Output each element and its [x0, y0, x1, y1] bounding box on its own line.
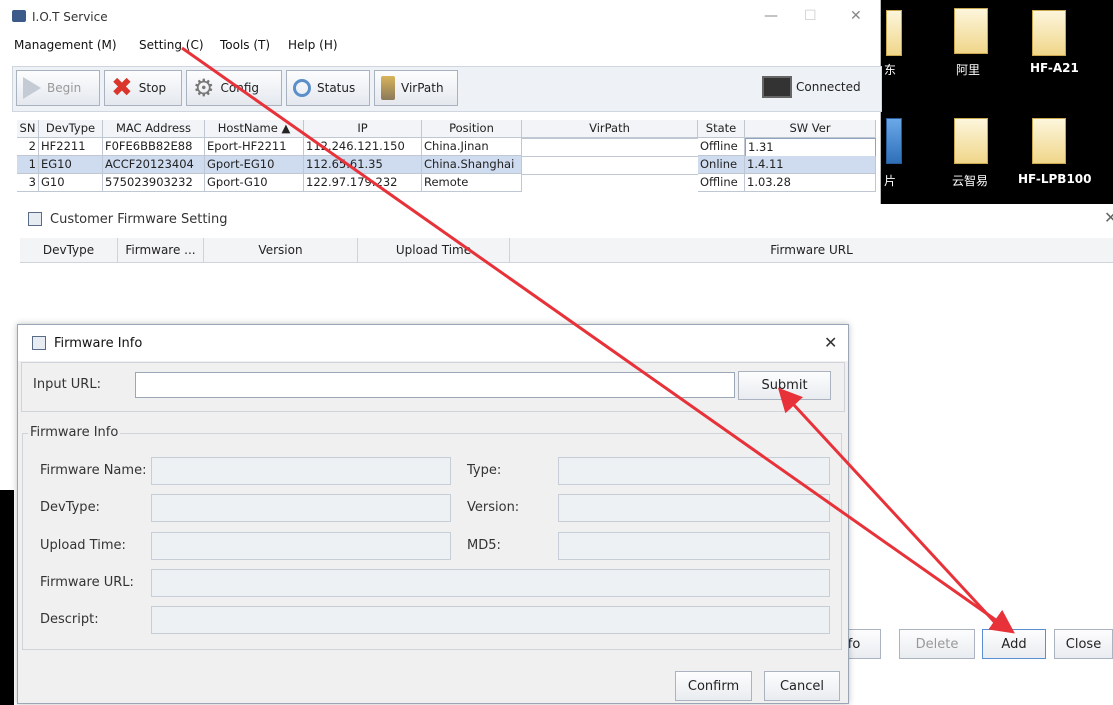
arrow-add-to-submit [777, 387, 1002, 630]
annotation-arrows [181, 46, 1015, 634]
arrow-setting-to-add [181, 46, 1015, 634]
